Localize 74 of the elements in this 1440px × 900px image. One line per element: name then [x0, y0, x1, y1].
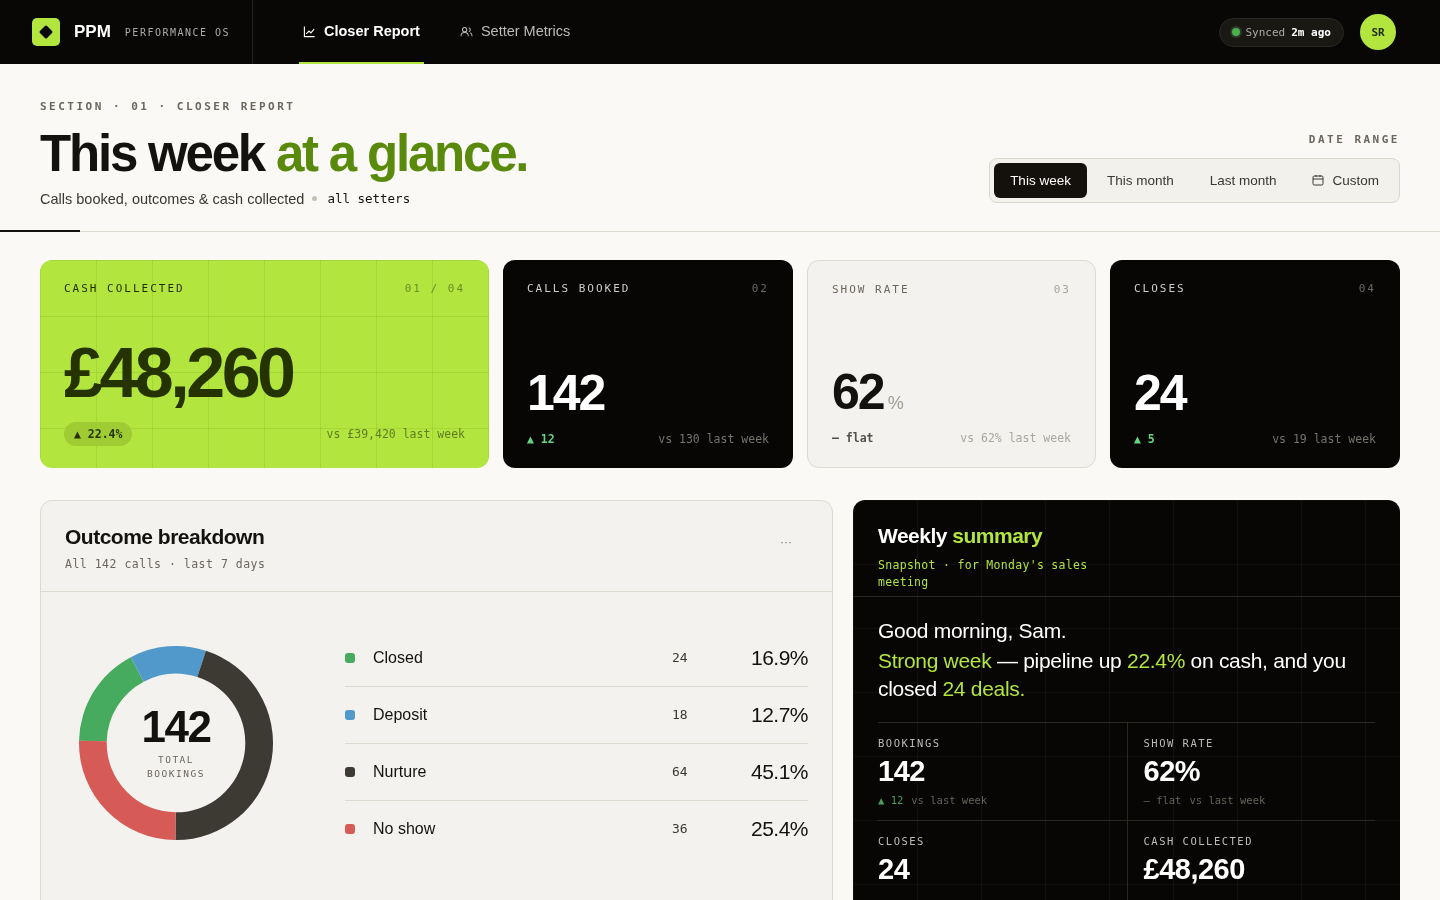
legend-count: 36: [672, 821, 689, 837]
stat-note: vs last week: [1189, 793, 1266, 806]
donut-label: TOTAL BOOKINGS: [146, 752, 206, 782]
card-delta: ▲ 12: [527, 431, 555, 446]
legend-label: Deposit: [373, 705, 429, 724]
brand-name: PPM: [74, 22, 111, 42]
panel-subtitle: All 142 calls · last 7 days: [65, 556, 266, 571]
stat-value: £48,260: [1143, 852, 1246, 886]
avatar[interactable]: SR: [1360, 14, 1396, 50]
card-index: 03: [1053, 282, 1071, 296]
legend-label: No show: [373, 819, 437, 838]
legend-share: 12.7%: [749, 702, 808, 727]
card-label: CALLS BOOKED: [527, 281, 631, 295]
card-comparison: vs 130 last week: [658, 431, 769, 446]
legend-share: 25.4%: [749, 816, 808, 841]
calendar-icon: [1312, 174, 1325, 187]
section-eyebrow: SECTION · 01 · CLOSER REPORT: [40, 100, 297, 113]
summary-title: Weekly summary: [878, 523, 1044, 548]
date-range-option[interactable]: Custom: [1296, 162, 1395, 198]
sync-time: 2m ago: [1291, 25, 1331, 39]
card-delta: — flat: [832, 430, 874, 445]
legend-count: 64: [672, 764, 689, 780]
page-subtitle: Calls booked, outcomes & cash collected: [40, 190, 305, 207]
card-index: 02: [751, 281, 769, 295]
panel-title: Outcome breakdown: [65, 524, 266, 549]
stat-delta: — flat: [1143, 793, 1182, 806]
stat-label: BOOKINGS: [878, 736, 942, 749]
sync-label: Synced: [1245, 25, 1286, 39]
card-value: 24: [1134, 367, 1186, 418]
stat-delta: ▲ 12: [878, 793, 904, 806]
card-index: 01 / 04: [404, 281, 465, 295]
legend-share: 45.1%: [749, 759, 808, 784]
logo-icon: [32, 18, 60, 46]
stat-value: 142: [878, 754, 926, 788]
stat-label: CLOSES: [878, 834, 926, 847]
card-label: CLOSES: [1134, 281, 1186, 295]
card-comparison: vs 19 last week: [1272, 431, 1376, 446]
page-title: This week at a glance.: [40, 127, 528, 181]
more-button[interactable]: ···: [764, 534, 808, 549]
summary-subtitle: Snapshot · for Monday's sales meeting: [878, 556, 1089, 591]
people-icon: [459, 24, 473, 38]
stat-label: CASH COLLECTED: [1143, 834, 1254, 847]
legend-label: Nurture: [373, 762, 428, 781]
card-label: SHOW RATE: [832, 282, 910, 296]
card-value: £48,260: [64, 337, 293, 408]
legend-count: 18: [672, 707, 689, 723]
donut-total: 142: [141, 704, 211, 749]
date-range-option[interactable]: Last month: [1193, 162, 1293, 198]
card-index: 04: [1358, 281, 1376, 295]
stat-value: 62%: [1143, 754, 1202, 788]
date-range-option[interactable]: This month: [1090, 162, 1190, 198]
line-chart-icon: [303, 24, 316, 38]
card-label: CASH COLLECTED: [64, 281, 185, 295]
legend-count: 24: [672, 650, 689, 666]
date-range-option[interactable]: This week: [994, 162, 1087, 198]
card-value: 142: [527, 367, 605, 418]
stat-label: SHOW RATE: [1143, 736, 1215, 749]
card-unit: %: [887, 392, 904, 414]
nav-tab[interactable]: Setter Metrics: [455, 0, 575, 64]
brand-tagline: PERFORMANCE OS: [124, 26, 231, 38]
card-value: 62: [832, 366, 884, 417]
legend-label: Closed: [373, 648, 424, 667]
stat-value: 24: [878, 852, 911, 886]
summary-message: Strong week — pipeline up 22.4% on cash, and you closed 24 deals.: [878, 648, 1347, 703]
date-range-label: DATE RANGE: [1308, 132, 1400, 146]
stat-note: vs last week: [911, 793, 988, 806]
card-delta: ▲ 5: [1134, 431, 1155, 446]
card-comparison: vs £39,420 last week: [326, 426, 465, 441]
scope-label: all setters: [327, 191, 411, 207]
card-delta: ▲ 22.4%: [64, 421, 133, 446]
greeting: Good morning, Sam.: [878, 619, 1068, 644]
card-comparison: vs 62% last week: [960, 430, 1071, 445]
legend-share: 16.9%: [749, 645, 808, 670]
nav-tab[interactable]: Closer Report: [299, 0, 424, 64]
